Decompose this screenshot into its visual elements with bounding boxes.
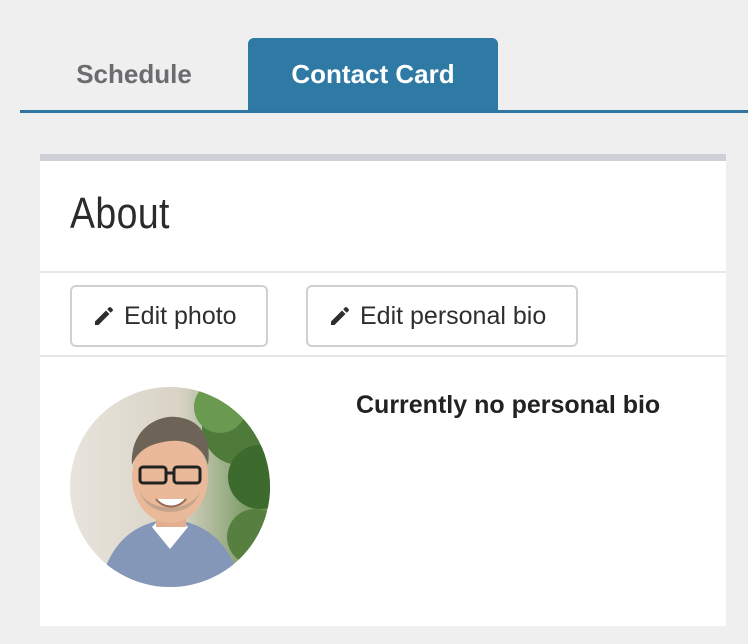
edit-photo-label: Edit photo: [124, 301, 237, 330]
avatar: [70, 387, 270, 587]
tab-contact-card-label: Contact Card: [291, 58, 455, 89]
profile-photo-icon: [70, 387, 270, 587]
pencil-icon: [328, 304, 352, 328]
card-title: About: [70, 189, 170, 238]
edit-photo-button[interactable]: Edit photo: [70, 285, 268, 347]
edit-personal-bio-button[interactable]: Edit personal bio: [306, 285, 578, 347]
card-body: Currently no personal bio: [40, 357, 726, 625]
card-header: About: [40, 161, 726, 273]
tab-contact-card[interactable]: Contact Card: [248, 38, 498, 110]
tab-schedule[interactable]: Schedule: [20, 38, 248, 110]
card-actions: Edit photo Edit personal bio: [40, 273, 726, 357]
tab-bar: Schedule Contact Card: [20, 38, 748, 113]
pencil-icon: [92, 304, 116, 328]
edit-personal-bio-label: Edit personal bio: [360, 301, 547, 330]
bio-status-text: Currently no personal bio: [356, 391, 661, 419]
about-card: About Edit photo Edit personal bio Curre…: [40, 154, 726, 626]
tab-schedule-label: Schedule: [76, 58, 192, 89]
